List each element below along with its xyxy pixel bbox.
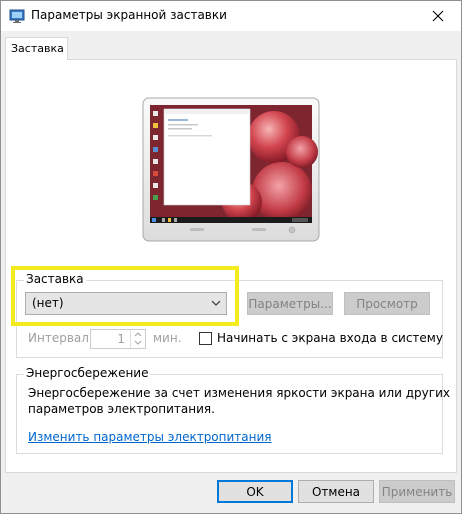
interval-label: Интервал: xyxy=(28,331,93,345)
power-group-title: Энергосбережение xyxy=(24,366,151,380)
power-settings-link[interactable]: Изменить параметры электропитания xyxy=(28,430,272,444)
ok-button[interactable]: OK xyxy=(217,480,293,503)
power-description-line1: Энергосбережение за счет изменения яркос… xyxy=(28,386,450,400)
interval-stepper[interactable]: 1 xyxy=(90,329,146,349)
settings-button[interactable]: Параметры... xyxy=(247,292,333,315)
screensaver-settings-window: Параметры экранной заставки Заставка Зас… xyxy=(0,0,462,514)
logon-checkbox-label[interactable]: Начинать с экрана входа в систему xyxy=(217,331,443,345)
chevron-up-icon[interactable] xyxy=(134,332,142,337)
display-settings-icon xyxy=(9,9,25,23)
window-title: Параметры экранной заставки xyxy=(31,8,227,22)
tab-panel: Заставка (нет) Параметры... Просмотр Инт… xyxy=(5,59,457,473)
screensaver-select-value: (нет) xyxy=(32,296,64,310)
preview-button[interactable]: Просмотр xyxy=(344,292,430,315)
monitor-preview xyxy=(142,97,320,242)
screensaver-select[interactable]: (нет) xyxy=(25,292,227,315)
apply-button[interactable]: Применить xyxy=(379,480,455,503)
power-description-line2: параметров электропитания. xyxy=(28,402,215,416)
interval-unit: мин. xyxy=(153,331,182,345)
title-bar: Параметры экранной заставки xyxy=(1,1,461,31)
cancel-button[interactable]: Отмена xyxy=(298,480,374,503)
screensaver-group-title: Заставка xyxy=(24,272,86,286)
close-button[interactable] xyxy=(415,1,461,31)
close-icon xyxy=(432,10,444,22)
chevron-down-icon[interactable] xyxy=(134,340,142,345)
interval-spin-buttons[interactable] xyxy=(130,330,145,348)
interval-value: 1 xyxy=(117,332,125,346)
chevron-down-icon xyxy=(211,300,221,306)
logon-checkbox[interactable] xyxy=(199,332,212,345)
tab-screensaver[interactable]: Заставка xyxy=(5,37,68,60)
